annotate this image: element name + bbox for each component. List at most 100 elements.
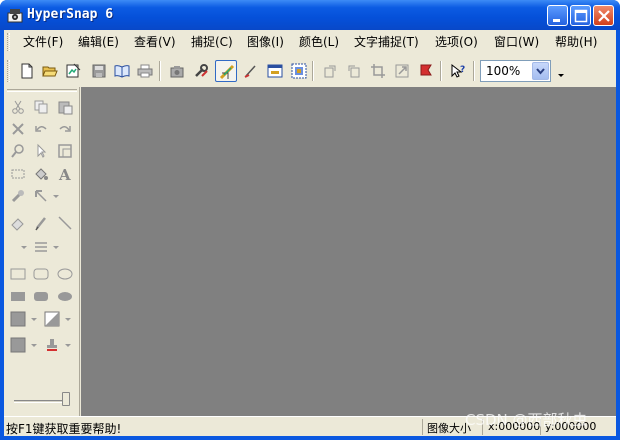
zoom-dropdown-button[interactable] — [532, 62, 549, 80]
image-canvas[interactable] — [81, 87, 616, 416]
fill-color-icon — [10, 311, 26, 327]
ellipse-tool[interactable] — [55, 264, 75, 284]
minimize-button[interactable] — [547, 5, 568, 26]
rectangle-icon — [10, 268, 26, 280]
redo-tool[interactable] — [55, 119, 75, 139]
print-button[interactable] — [134, 60, 156, 82]
menu-text-capture[interactable]: 文字捕捉(T) — [351, 34, 422, 51]
filled-ellipse-tool[interactable] — [55, 286, 75, 306]
opacity-slider-track[interactable] — [14, 400, 68, 403]
menu-options[interactable]: 选项(O) — [432, 34, 481, 51]
chevron-down-icon — [31, 344, 37, 347]
pen-button[interactable] — [240, 60, 262, 82]
menu-help[interactable]: 帮助(H) — [552, 34, 600, 51]
opacity-slider-thumb[interactable] — [62, 392, 70, 406]
tools-button[interactable] — [190, 60, 212, 82]
capture-region-button[interactable] — [264, 60, 286, 82]
camera-button[interactable] — [166, 60, 188, 82]
filled-rounded-rectangle-tool[interactable] — [31, 286, 51, 306]
window-title: HyperSnap 6 — [27, 7, 114, 22]
flag-button[interactable] — [415, 60, 437, 82]
copy-tool[interactable] — [31, 97, 51, 117]
line-tool[interactable] — [55, 213, 75, 233]
gradient-dropdown[interactable] — [62, 309, 72, 329]
pen-icon — [244, 65, 256, 78]
zoom-tool[interactable] — [8, 141, 28, 161]
select-rect-tool[interactable] — [8, 164, 28, 184]
maximize-button[interactable] — [570, 5, 591, 26]
arrow-tool[interactable] — [31, 186, 51, 206]
panel-grip[interactable] — [7, 89, 77, 92]
stamp-icon — [11, 190, 24, 203]
new-button[interactable] — [16, 60, 38, 82]
undo-tool[interactable] — [31, 119, 51, 139]
toolbar-separator — [440, 61, 442, 81]
capture-active-button[interactable] — [215, 60, 237, 82]
chevron-down-icon — [536, 68, 545, 75]
zoom-select[interactable]: 100% — [480, 60, 551, 82]
fill-color-dropdown[interactable] — [28, 309, 38, 329]
rotate-right-button[interactable] — [319, 60, 341, 82]
save-button[interactable] — [88, 60, 110, 82]
menu-file[interactable]: 文件(F) — [20, 34, 66, 51]
app-window: HyperSnap 6 文件(F) 编辑(E) 查看(V) 捕捉(C) 图像(I… — [0, 0, 620, 440]
fill-bucket-tool[interactable] — [31, 164, 51, 184]
pointer-tool[interactable] — [31, 141, 51, 161]
tools-icon — [195, 64, 208, 77]
filled-rectangle-tool[interactable] — [8, 286, 28, 306]
toolbar-grip[interactable] — [7, 60, 10, 82]
pointer-icon — [37, 143, 47, 158]
rotate-left-icon — [348, 65, 360, 78]
line-width-left-dropdown[interactable] — [18, 237, 28, 257]
resize-button[interactable] — [391, 60, 413, 82]
close-button[interactable] — [593, 5, 614, 26]
arrow-style-dropdown[interactable] — [50, 186, 62, 206]
menu-image[interactable]: 图像(I) — [244, 34, 287, 51]
help-pointer-icon: ? — [451, 63, 465, 78]
book-button[interactable] — [111, 60, 133, 82]
frame-tool[interactable] — [55, 141, 75, 161]
crop-button[interactable] — [367, 60, 389, 82]
color-tool[interactable] — [8, 335, 28, 355]
eraser-tool[interactable] — [8, 213, 28, 233]
capture-grid-button[interactable] — [288, 60, 310, 82]
toolbar-overflow-button[interactable] — [554, 60, 566, 82]
color-icon — [10, 337, 26, 353]
menu-window[interactable]: 窗口(W) — [491, 34, 542, 51]
help-pointer-button[interactable]: ? — [447, 60, 469, 82]
menu-edit[interactable]: 编辑(E) — [75, 34, 122, 51]
line-width-dropdown[interactable] — [50, 237, 62, 257]
gradient-tool[interactable] — [42, 309, 62, 329]
filled-rectangle-icon — [11, 292, 25, 301]
paste-tool[interactable] — [55, 97, 75, 117]
client-area: 文件(F) 编辑(E) 查看(V) 捕捉(C) 图像(I) 颜色(L) 文字捕捉… — [4, 30, 616, 436]
maximize-icon — [574, 9, 588, 23]
title-bar[interactable]: HyperSnap 6 — [0, 0, 620, 30]
color-dropdown[interactable] — [28, 335, 38, 355]
menubar-grip[interactable] — [7, 33, 10, 51]
menu-capture[interactable]: 捕捉(C) — [188, 34, 236, 51]
stamp-dropdown[interactable] — [62, 335, 72, 355]
status-message: 按F1键获取重要帮助! — [6, 422, 122, 436]
line-width-tool[interactable] — [31, 237, 51, 257]
fill-color-tool[interactable] — [8, 309, 28, 329]
rotate-left-button[interactable] — [343, 60, 365, 82]
camera-icon — [170, 66, 184, 78]
open-button[interactable] — [39, 60, 61, 82]
menu-color[interactable]: 颜色(L) — [296, 34, 342, 51]
close-icon — [598, 10, 610, 22]
rectangle-tool[interactable] — [8, 264, 28, 284]
cut-tool[interactable] — [8, 97, 28, 117]
pencil-tool[interactable] — [31, 213, 51, 233]
stamp-tool-2[interactable] — [42, 335, 62, 355]
delete-tool[interactable] — [8, 119, 28, 139]
text-tool[interactable]: A — [55, 164, 75, 184]
open-folder-icon — [42, 66, 58, 77]
line-width-icon — [35, 242, 47, 252]
rounded-rectangle-tool[interactable] — [31, 264, 51, 284]
select-rect-icon — [11, 169, 25, 179]
open-image-button[interactable] — [62, 60, 84, 82]
menu-view[interactable]: 查看(V) — [131, 34, 179, 51]
rounded-rectangle-icon — [33, 268, 49, 280]
stamp-tool[interactable] — [8, 186, 28, 206]
